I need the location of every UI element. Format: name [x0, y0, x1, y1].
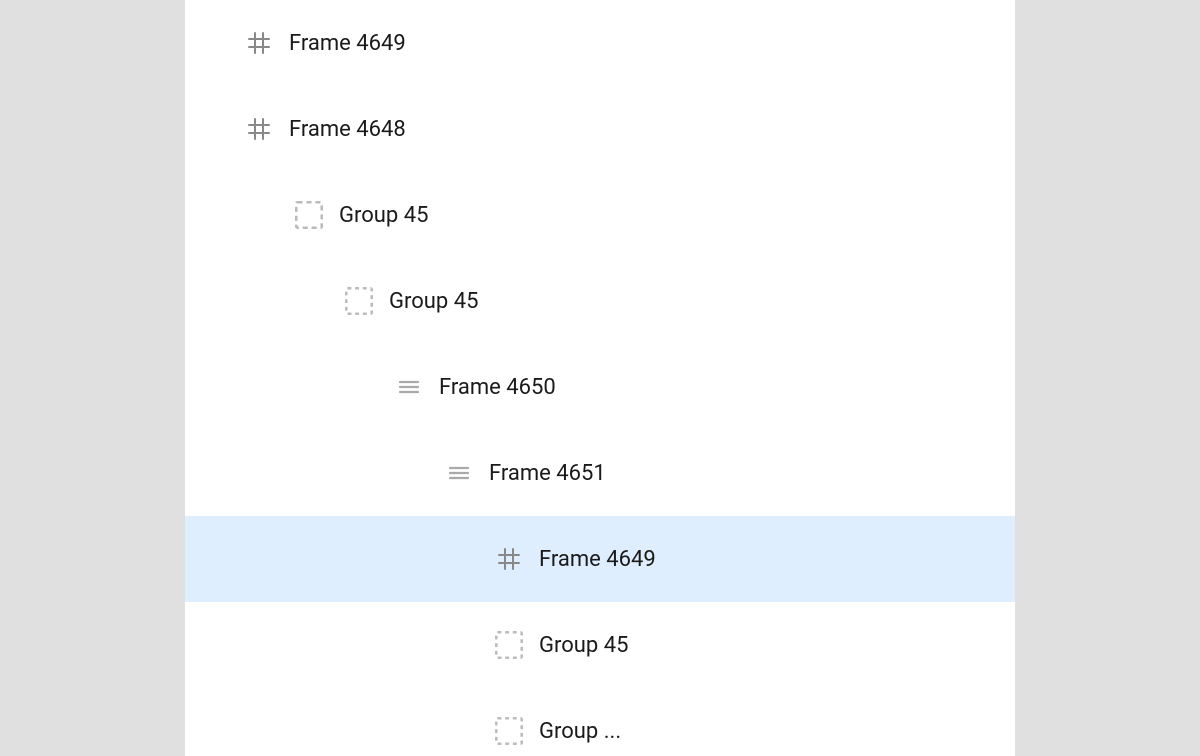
- list-item-frame-4649-selected[interactable]: Frame 4649: [185, 516, 1015, 602]
- frame-icon: [245, 115, 273, 143]
- list-item-group-45-level1[interactable]: Group 45: [185, 172, 1015, 258]
- layer-label: Group 45: [539, 633, 628, 658]
- layer-label: Group 45: [339, 203, 428, 228]
- layer-label: Group ...: [539, 719, 621, 744]
- layers-panel: Frame 4649 Frame 4648 Group 45 Group 45 …: [185, 0, 1015, 756]
- layer-label: Frame 4650: [439, 375, 556, 400]
- list-item-group-45-level3[interactable]: Group 45: [185, 602, 1015, 688]
- group-small-icon: [345, 287, 373, 315]
- layer-label: Frame 4649: [289, 31, 406, 56]
- component-icon: [445, 459, 473, 487]
- frame-icon: [245, 29, 273, 57]
- list-item-frame-4651[interactable]: Frame 4651: [185, 430, 1015, 516]
- group-large-icon: [295, 201, 323, 229]
- group-small-icon: [495, 631, 523, 659]
- component-icon: [395, 373, 423, 401]
- group-small-icon: [495, 717, 523, 745]
- list-item-group-ellipsis[interactable]: Group ...: [185, 688, 1015, 756]
- list-item-frame-4650[interactable]: Frame 4650: [185, 344, 1015, 430]
- layer-label: Group 45: [389, 289, 478, 314]
- list-item-frame-4649-top[interactable]: Frame 4649: [185, 0, 1015, 86]
- layer-label: Frame 4651: [489, 461, 606, 486]
- list-item-group-45-level2[interactable]: Group 45: [185, 258, 1015, 344]
- list-item-frame-4648[interactable]: Frame 4648: [185, 86, 1015, 172]
- frame-icon: [495, 545, 523, 573]
- layer-label: Frame 4649: [539, 547, 656, 572]
- layer-label: Frame 4648: [289, 117, 406, 142]
